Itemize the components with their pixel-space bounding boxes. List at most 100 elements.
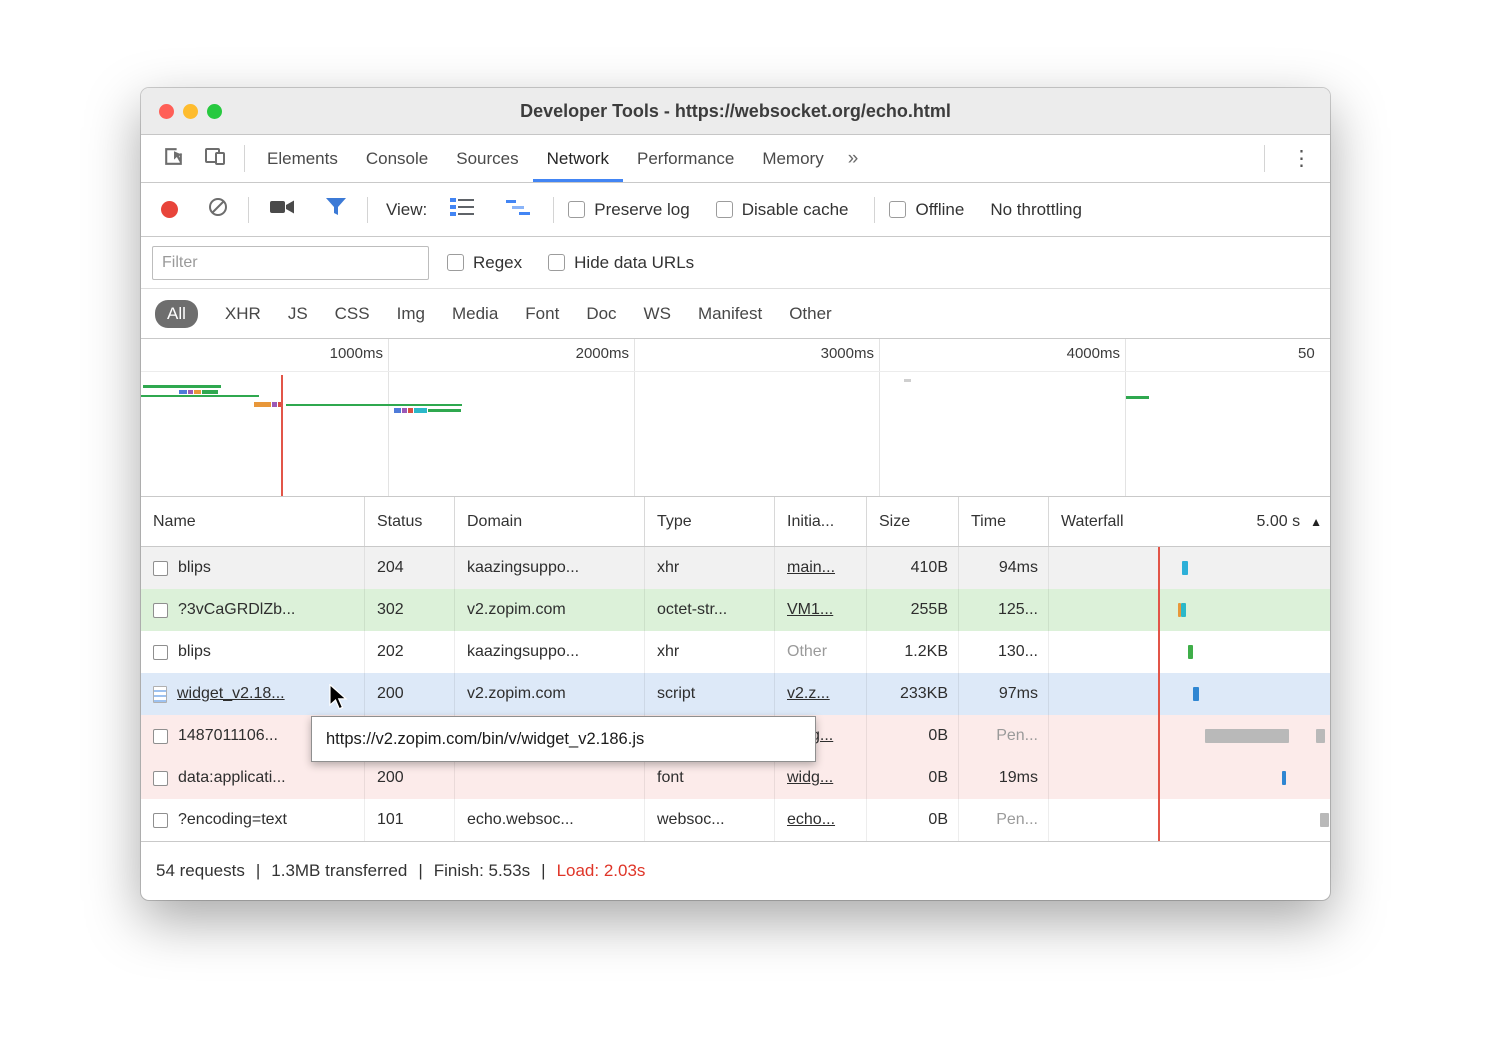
- filter-toggle-button[interactable]: [317, 197, 355, 222]
- record-button[interactable]: [161, 201, 178, 218]
- type-filter-ws[interactable]: WS: [644, 304, 671, 324]
- filter-input[interactable]: [152, 246, 429, 280]
- request-name: blips: [178, 559, 211, 577]
- hide-data-urls-checkbox[interactable]: [548, 254, 565, 271]
- devtools-menu-button[interactable]: ⋮: [1273, 135, 1330, 182]
- row-checkbox[interactable]: [153, 771, 168, 786]
- name-cell: blips: [141, 547, 365, 589]
- initiator-link[interactable]: VM1...: [787, 601, 833, 619]
- column-header-initiator[interactable]: Initia...: [775, 497, 867, 546]
- type-filter-manifest[interactable]: Manifest: [698, 304, 762, 324]
- waterfall-cell: [1049, 757, 1330, 799]
- capture-screenshots-button[interactable]: [261, 197, 303, 222]
- request-name: blips: [178, 643, 211, 661]
- type-filter-doc[interactable]: Doc: [586, 304, 616, 324]
- initiator-cell: main...: [775, 547, 867, 589]
- waterfall-cell: [1049, 589, 1330, 631]
- funnel-icon: [325, 197, 347, 222]
- tab-console[interactable]: Console: [352, 135, 442, 182]
- regex-option: Regex: [447, 253, 522, 273]
- type-filter-other[interactable]: Other: [789, 304, 832, 324]
- device-toolbar-button[interactable]: [194, 135, 236, 182]
- preserve-log-checkbox[interactable]: [568, 201, 585, 218]
- column-header-domain[interactable]: Domain: [455, 497, 645, 546]
- request-name: ?encoding=text: [178, 811, 287, 829]
- column-header-status[interactable]: Status: [365, 497, 455, 546]
- column-header-waterfall[interactable]: Waterfall 5.00 s ▲: [1049, 497, 1330, 546]
- row-checkbox[interactable]: [153, 603, 168, 618]
- minimize-window-button[interactable]: [183, 104, 198, 119]
- zoom-window-button[interactable]: [207, 104, 222, 119]
- table-row[interactable]: ?encoding=text 101 echo.websoc... websoc…: [141, 799, 1330, 841]
- initiator-link[interactable]: echo...: [787, 811, 835, 829]
- load-event-line: [1158, 547, 1160, 841]
- table-row[interactable]: blips 204 kaazingsuppo... xhr main... 41…: [141, 547, 1330, 589]
- initiator-link[interactable]: main...: [787, 559, 835, 577]
- type-cell: xhr: [645, 631, 775, 673]
- type-filter-css[interactable]: CSS: [335, 304, 370, 324]
- separator: |: [541, 861, 545, 881]
- column-header-type[interactable]: Type: [645, 497, 775, 546]
- url-tooltip: https://v2.zopim.com/bin/v/widget_v2.186…: [311, 716, 816, 762]
- status-cell: 101: [365, 799, 455, 841]
- table-row[interactable]: ?3vCaGRDlZb... 302 v2.zopim.com octet-st…: [141, 589, 1330, 631]
- offline-label: Offline: [915, 200, 964, 220]
- initiator-link[interactable]: widg...: [787, 769, 833, 787]
- type-filter-media[interactable]: Media: [452, 304, 498, 324]
- column-header-name[interactable]: Name: [141, 497, 365, 546]
- waterfall-cell: [1049, 673, 1330, 715]
- time-cell: Pen...: [959, 715, 1049, 757]
- table-row[interactable]: blips 202 kaazingsuppo... xhr Other 1.2K…: [141, 631, 1330, 673]
- row-checkbox[interactable]: [153, 645, 168, 660]
- row-checkbox[interactable]: [153, 729, 168, 744]
- offline-checkbox[interactable]: [889, 201, 906, 218]
- throttling-select[interactable]: No throttling: [990, 200, 1082, 220]
- table-row[interactable]: data:applicati... 200 font widg... 0B 19…: [141, 757, 1330, 799]
- type-filter-js[interactable]: JS: [288, 304, 308, 324]
- script-file-icon: [153, 686, 167, 703]
- overview-plot: [141, 339, 1330, 496]
- time-cell: 125...: [959, 589, 1049, 631]
- disable-cache-checkbox[interactable]: [716, 201, 733, 218]
- type-filter-font[interactable]: Font: [525, 304, 559, 324]
- regex-checkbox[interactable]: [447, 254, 464, 271]
- close-window-button[interactable]: [159, 104, 174, 119]
- title-bar: Developer Tools - https://websocket.org/…: [141, 88, 1330, 135]
- row-checkbox[interactable]: [153, 561, 168, 576]
- separator: |: [418, 861, 422, 881]
- waterfall-header-label: Waterfall: [1061, 513, 1124, 531]
- waterfall-view-button[interactable]: [497, 196, 539, 223]
- type-cell: xhr: [645, 547, 775, 589]
- tab-elements[interactable]: Elements: [253, 135, 352, 182]
- network-overview[interactable]: 1000ms 2000ms 3000ms 4000ms 50: [141, 339, 1330, 497]
- type-filter-img[interactable]: Img: [397, 304, 425, 324]
- name-cell: data:applicati...: [141, 757, 365, 799]
- inspect-element-button[interactable]: [153, 135, 194, 182]
- type-filter-all[interactable]: All: [155, 300, 198, 328]
- window-title: Developer Tools - https://websocket.org/…: [520, 101, 951, 122]
- status-cell: 302: [365, 589, 455, 631]
- tab-memory[interactable]: Memory: [748, 135, 837, 182]
- column-header-size[interactable]: Size: [867, 497, 959, 546]
- column-header-time[interactable]: Time: [959, 497, 1049, 546]
- separator: [244, 145, 245, 172]
- device-toolbar-icon: [202, 144, 228, 173]
- type-filter-xhr[interactable]: XHR: [225, 304, 261, 324]
- more-tabs-button[interactable]: »: [838, 135, 869, 182]
- tab-performance[interactable]: Performance: [623, 135, 748, 182]
- request-name[interactable]: widget_v2.18...: [177, 685, 285, 703]
- tab-sources[interactable]: Sources: [442, 135, 532, 182]
- initiator-link[interactable]: v2.z...: [787, 685, 830, 703]
- disable-cache-option: Disable cache: [716, 200, 849, 220]
- initiator-cell: widg...: [775, 757, 867, 799]
- list-view-button[interactable]: [441, 196, 483, 223]
- name-cell: blips: [141, 631, 365, 673]
- clear-requests-button[interactable]: [200, 197, 236, 222]
- row-checkbox[interactable]: [153, 813, 168, 828]
- tab-network[interactable]: Network: [533, 135, 623, 182]
- time-cell: 94ms: [959, 547, 1049, 589]
- separator: [1264, 145, 1265, 172]
- offline-option: Offline: [889, 200, 964, 220]
- hide-data-urls-label: Hide data URLs: [574, 253, 694, 273]
- table-row[interactable]: widget_v2.18... 200 v2.zopim.com script …: [141, 673, 1330, 715]
